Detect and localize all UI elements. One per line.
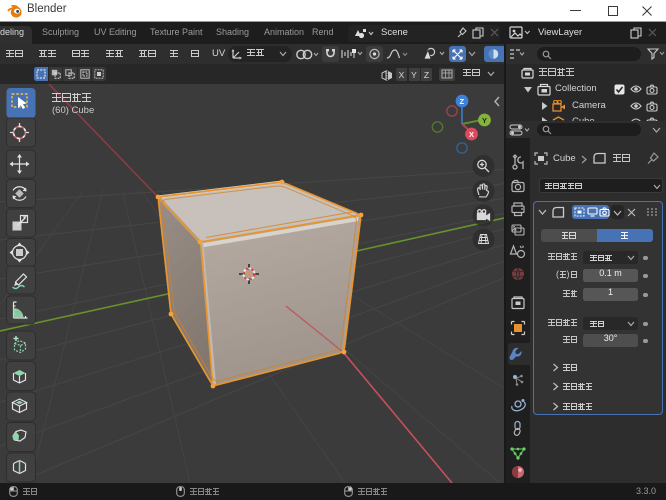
svg-text:Y: Y [482,116,487,125]
svg-text:X: X [469,130,474,139]
svg-text:Z: Z [460,97,465,106]
